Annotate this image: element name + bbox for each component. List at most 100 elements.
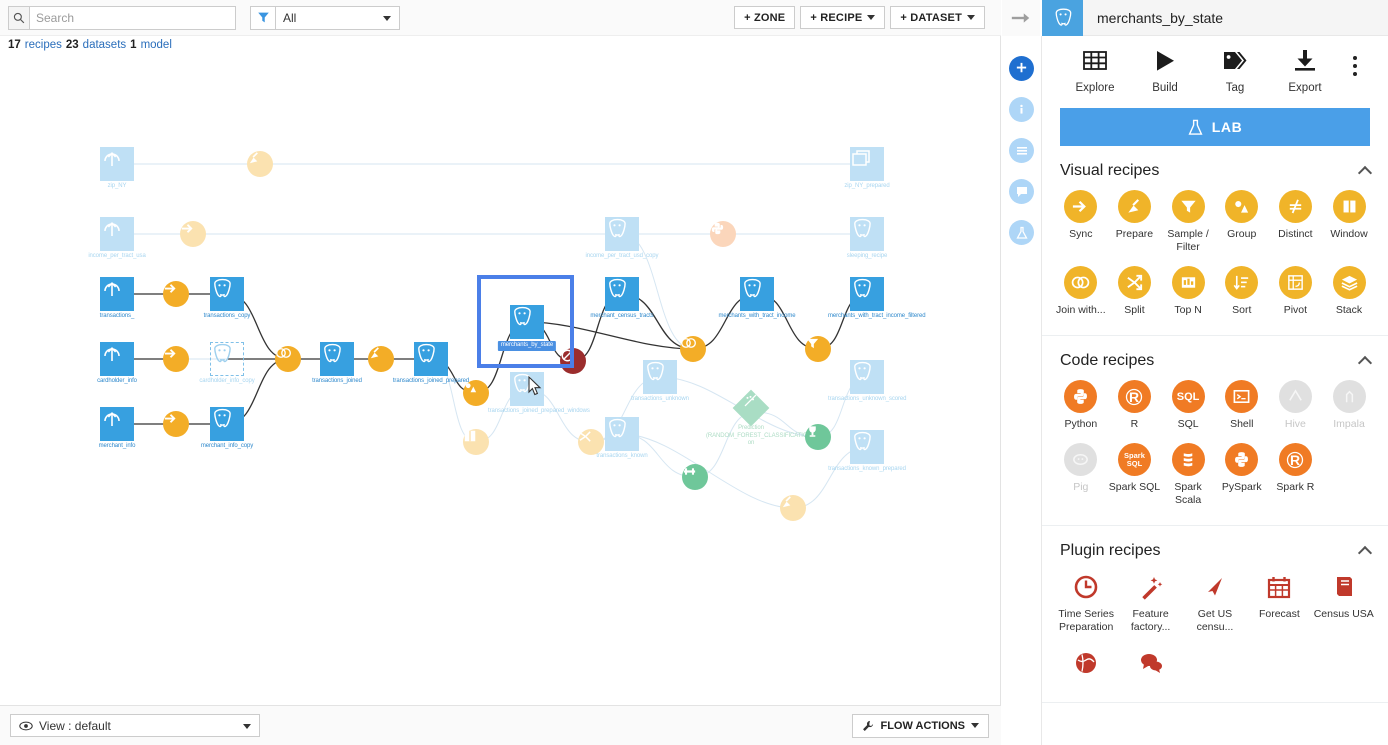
recipe-get-us-censu[interactable]: Get US censu...: [1183, 570, 1247, 634]
recipe-sample-filter[interactable]: Sample / Filter: [1161, 190, 1215, 254]
flow-node-transactions_[interactable]: transactions_: [100, 277, 134, 319]
flow-recipe-r15[interactable]: [682, 464, 708, 490]
recipe-census-usa[interactable]: Census USA: [1312, 570, 1376, 634]
flow-node-transactions_known_prepared[interactable]: transactions_known_prepared: [828, 430, 906, 472]
section-header[interactable]: Visual recipes: [1042, 146, 1388, 190]
explore-button[interactable]: Explore: [1060, 48, 1130, 94]
flow-recipe-r8[interactable]: [368, 346, 394, 372]
add-recipe-button[interactable]: + RECIPE: [800, 6, 886, 29]
flow-recipe-r11[interactable]: [680, 336, 706, 362]
tag-icon: [1224, 52, 1247, 69]
add-dataset-button[interactable]: + DATASET: [890, 6, 985, 29]
flow-node-zip_NY[interactable]: zip_NY: [100, 147, 134, 189]
flow-recipe-r3[interactable]: [710, 221, 736, 247]
flow-node-merchant_info_copy[interactable]: merchant_info_copy: [201, 407, 253, 449]
recipe-sort[interactable]: Sort: [1215, 266, 1269, 317]
flow-node-transactions_unknown_scored[interactable]: transactions_unknown_scored: [828, 360, 906, 402]
recipe-python[interactable]: Python: [1054, 380, 1108, 431]
flow-recipe-r6[interactable]: [163, 411, 189, 437]
datasets-link[interactable]: datasets: [83, 39, 126, 51]
comment-icon[interactable]: [1009, 179, 1034, 204]
recipe-top-n[interactable]: Top N: [1161, 266, 1215, 317]
add-zone-button[interactable]: + ZONE: [734, 6, 796, 29]
build-button[interactable]: Build: [1130, 48, 1200, 94]
flow-node-cardholder_info[interactable]: cardholder_info: [97, 342, 137, 384]
recipe-stack[interactable]: Stack: [1322, 266, 1376, 317]
flow-node-zip_NY_prepared[interactable]: zip_NY_prepared: [844, 147, 890, 189]
recipe-r[interactable]: RR: [1108, 380, 1162, 431]
flow-node-label: transactions_known_prepared: [828, 466, 906, 472]
recipe-window[interactable]: Window: [1322, 190, 1376, 254]
recipe-spark-r[interactable]: R Spark R: [1269, 443, 1323, 507]
flow-recipe-r17[interactable]: [780, 495, 806, 521]
view-select[interactable]: View : default: [10, 714, 260, 737]
flow-node-income_per_tract_usa_copy[interactable]: income_per_tract_usd_copy: [586, 217, 659, 259]
flow-recipe-r4[interactable]: [163, 281, 189, 307]
add-icon[interactable]: [1009, 56, 1034, 81]
flow-node-sleeping_recipe[interactable]: sleeping_recipe: [847, 217, 887, 259]
recipes-link[interactable]: recipes: [25, 39, 62, 51]
recipe-prepare[interactable]: Prepare: [1108, 190, 1162, 254]
recipe-globe-icon[interactable]: [1054, 646, 1118, 684]
flow-node-merchants_with_tract_income_filtered[interactable]: merchants_with_tract_income_filtered: [828, 277, 926, 319]
section-header[interactable]: Code recipes: [1042, 336, 1388, 380]
flow-recipe-r7[interactable]: [275, 346, 301, 372]
recipe-speech-bubbles-icon[interactable]: [1118, 646, 1182, 684]
recipe-group[interactable]: Group: [1215, 190, 1269, 254]
recipe-sync[interactable]: Sync: [1054, 190, 1108, 254]
export-button[interactable]: Export: [1270, 48, 1340, 94]
flow-node-income_per_tract_usa[interactable]: income_per_tract_usa: [88, 217, 146, 259]
lab-icon[interactable]: [1009, 220, 1034, 245]
flow-actions-button[interactable]: FLOW ACTIONS: [852, 713, 989, 738]
recipe-pyspark[interactable]: PySpark: [1215, 443, 1269, 507]
broom-icon: [1117, 190, 1151, 223]
kebab-menu-icon[interactable]: [1340, 48, 1370, 76]
flow-canvas[interactable]: zip_NY zip_NY_prepared income_per_tract_us…: [0, 55, 1001, 705]
info-icon[interactable]: [1009, 97, 1034, 122]
recipe-spark-scala[interactable]: Spark Scala: [1161, 443, 1215, 507]
tag-button[interactable]: Tag: [1200, 48, 1270, 94]
flow-recipe-r1[interactable]: [247, 151, 273, 177]
recipe-feature-factory[interactable]: Feature factory...: [1118, 570, 1182, 634]
section-header[interactable]: Plugin recipes: [1042, 526, 1388, 570]
recipe-join-with[interactable]: Join with...: [1054, 266, 1108, 317]
recipe-spark-sql[interactable]: Spark SQL Spark SQL: [1108, 443, 1162, 507]
flow-recipe-r13[interactable]: [463, 429, 489, 455]
flow-node-transactions_copy[interactable]: transactions_copy: [204, 277, 250, 319]
flow-node-merchant_census_tracts[interactable]: merchant_census_tracts: [590, 277, 654, 319]
flow-node-transactions_joined[interactable]: transactions_joined: [312, 342, 362, 384]
flow-node-merchants_with_tract_income[interactable]: merchants_with_tract_income: [718, 277, 796, 319]
flow-recipe-r5[interactable]: [163, 346, 189, 372]
flow-recipe-r16[interactable]: [805, 424, 831, 450]
recipe-split[interactable]: Split: [1108, 266, 1162, 317]
recipe-forecast[interactable]: Forecast: [1247, 570, 1311, 634]
recipe-shell[interactable]: Shell: [1215, 380, 1269, 431]
recipe-distinct[interactable]: Distinct: [1269, 190, 1323, 254]
split-icon: [578, 429, 604, 455]
search-icon[interactable]: [8, 5, 30, 30]
flow-recipe-r9[interactable]: [463, 380, 489, 406]
flow-node-transactions_joined_prepared_windows[interactable]: transactions_joined_prepared_windows: [488, 372, 590, 414]
flow-recipe-r2[interactable]: [180, 221, 206, 247]
models-link[interactable]: model: [141, 39, 172, 51]
collapse-panel-button[interactable]: [1002, 0, 1040, 36]
lab-button[interactable]: LAB: [1060, 108, 1370, 146]
recipe-sql[interactable]: SQL SQL: [1161, 380, 1215, 431]
flow-node-transactions_unknown[interactable]: transactions_unknown: [631, 360, 689, 402]
split-arrows-icon: [1117, 266, 1151, 299]
flow-node-transactions_joined_prepared[interactable]: transactions_joined_prepared: [393, 342, 469, 384]
flow-recipe-r14[interactable]: [578, 429, 604, 455]
filter-icon[interactable]: [250, 5, 276, 30]
recipe-pivot[interactable]: Pivot: [1269, 266, 1323, 317]
flow-node-merchant_info[interactable]: merchant_info: [99, 407, 135, 449]
flow-node-cardholder_info_copy[interactable]: cardholder_info_copy: [199, 342, 255, 384]
flow-recipe-r12[interactable]: [805, 336, 831, 362]
details-list-icon[interactable]: [1009, 138, 1034, 163]
flow-node-transactions_known[interactable]: transactions_known: [596, 417, 648, 459]
svg-text:R: R: [1129, 389, 1139, 405]
dataset-upload-icon: [100, 407, 134, 441]
search-input[interactable]: [30, 5, 236, 30]
recipe-time-series-preparation[interactable]: Time Series Preparation: [1054, 570, 1118, 634]
filter-select[interactable]: All: [276, 5, 400, 30]
flow-node-prediction_model[interactable]: Prediction (RANDOM_FOREST_CLASSIFICATION…: [706, 389, 814, 446]
